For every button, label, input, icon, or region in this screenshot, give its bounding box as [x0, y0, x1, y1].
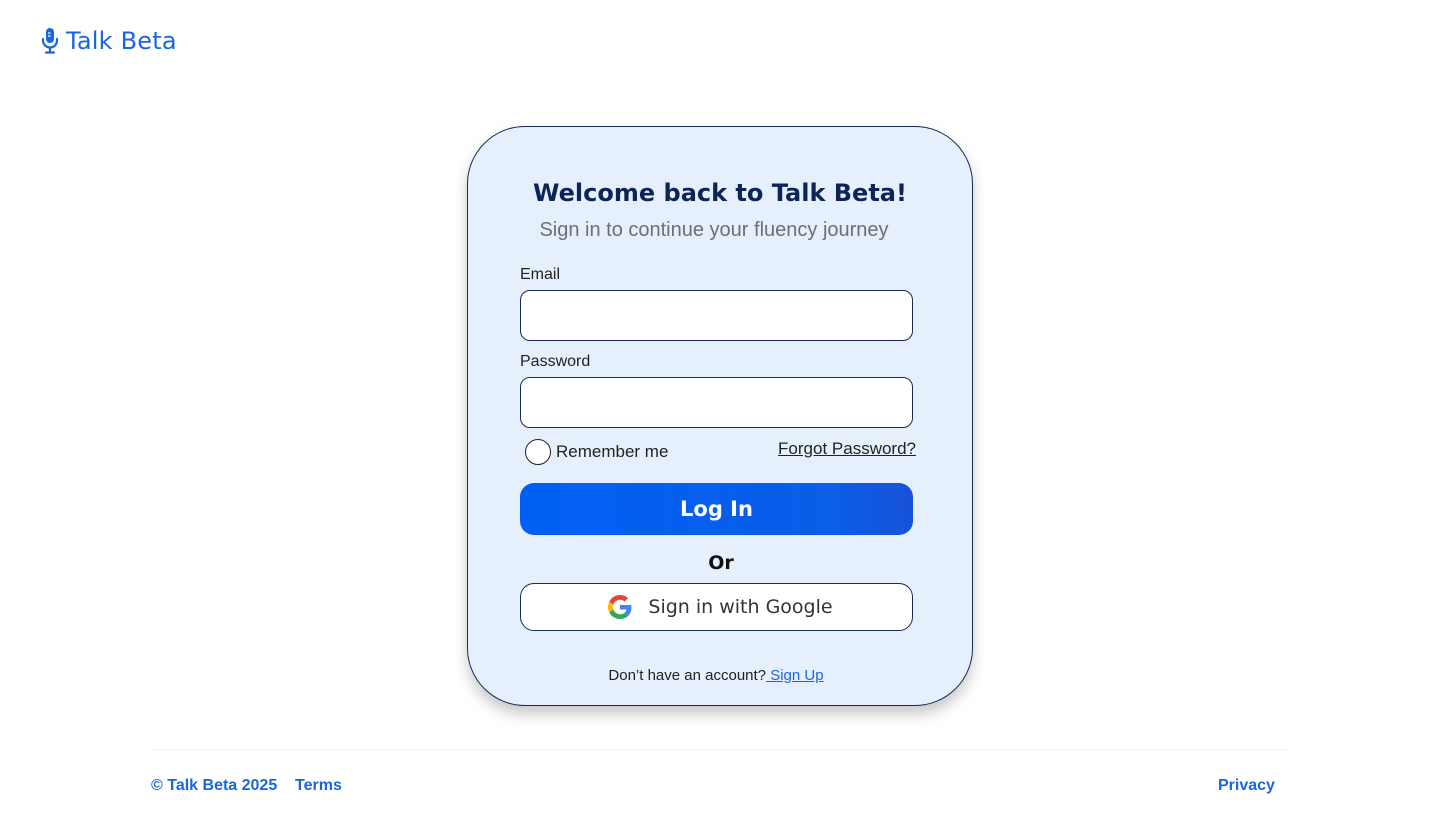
- footer-terms-link[interactable]: Terms: [295, 777, 342, 795]
- remember-me-control[interactable]: Remember me: [525, 439, 668, 465]
- signup-link[interactable]: Sign Up: [766, 667, 823, 684]
- signup-prompt-text: Don’t have an account?: [608, 667, 767, 684]
- page-title: Welcome back to Talk Beta!: [533, 179, 907, 207]
- email-label: Email: [520, 266, 561, 283]
- remember-me-label: Remember me: [556, 442, 669, 461]
- google-signin-button[interactable]: Sign in with Google: [520, 583, 913, 631]
- login-button[interactable]: Log In: [520, 483, 913, 535]
- remember-me-checkbox[interactable]: [525, 439, 551, 465]
- microphone-icon: [41, 28, 59, 54]
- brand-logo[interactable]: Talk Beta: [40, 27, 177, 55]
- login-card: Welcome back to Talk Beta! Sign in to co…: [467, 126, 973, 706]
- google-icon: [608, 595, 632, 619]
- or-divider-text: Or: [708, 552, 734, 574]
- password-label: Password: [520, 353, 591, 370]
- brand-name: Talk Beta: [66, 27, 177, 55]
- email-field[interactable]: [520, 290, 913, 341]
- footer-copyright: © Talk Beta 2025: [151, 777, 278, 794]
- footer-privacy-link[interactable]: Privacy: [1218, 777, 1275, 795]
- forgot-password-link[interactable]: Forgot Password?: [778, 439, 916, 459]
- footer-divider: [151, 749, 1288, 750]
- password-field[interactable]: [520, 377, 913, 428]
- signup-prompt: Don’t have an account? Sign Up: [468, 667, 964, 684]
- google-signin-label: Sign in with Google: [648, 596, 833, 618]
- page-subtitle: Sign in to continue your fluency journey: [539, 219, 889, 241]
